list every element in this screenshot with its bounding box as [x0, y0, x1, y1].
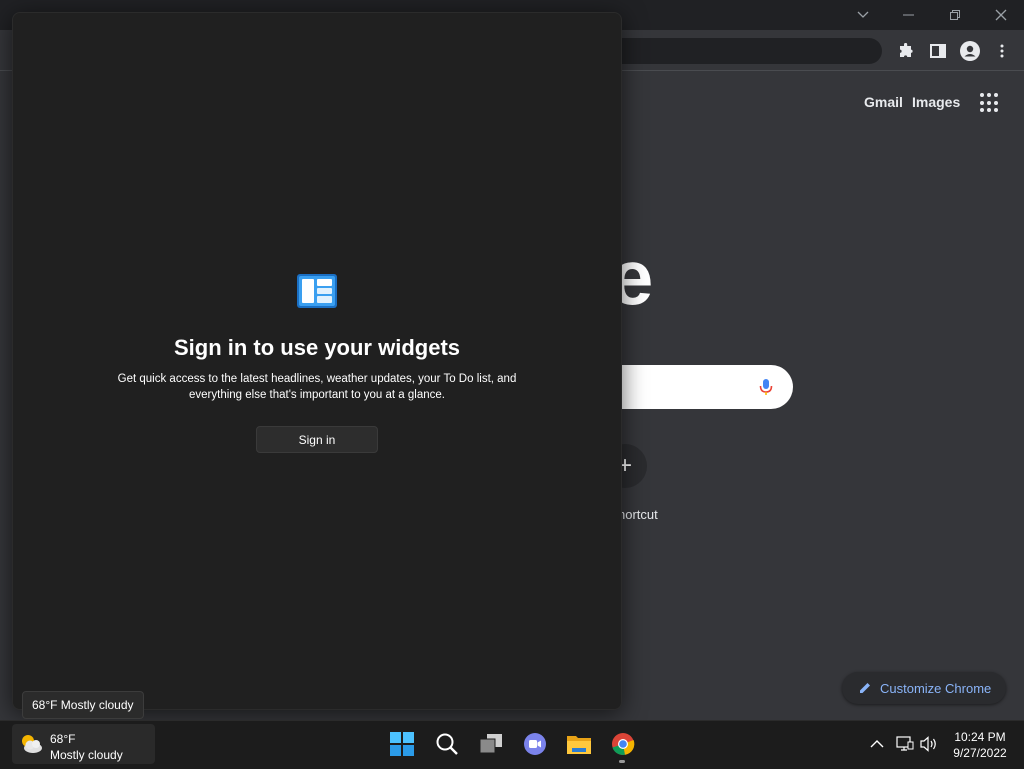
widgets-panel: Sign in to use your widgets Get quick ac… [12, 12, 622, 710]
close-button[interactable] [978, 0, 1024, 30]
add-shortcut-label: hortcut [618, 507, 658, 522]
teams-chat-icon[interactable] [520, 729, 550, 759]
customize-chrome-label: Customize Chrome [880, 680, 992, 696]
pencil-icon [860, 683, 870, 693]
widgets-description: Get quick access to the latest headlines… [117, 373, 517, 401]
partly-cloudy-icon [22, 735, 42, 753]
profile-icon[interactable] [957, 38, 983, 64]
minimize-button[interactable] [886, 0, 932, 30]
show-hidden-icons-icon[interactable] [866, 733, 888, 755]
weather-tooltip: 68°F Mostly cloudy [22, 691, 144, 719]
google-apps-icon[interactable] [980, 93, 1000, 113]
voice-search-icon[interactable] [756, 377, 776, 397]
clock-time: 10:24 PM [954, 730, 1006, 744]
chrome-running-indicator [619, 760, 625, 763]
task-view-icon[interactable] [476, 729, 506, 759]
sign-in-button[interactable]: Sign in [256, 426, 378, 453]
customize-chrome-button[interactable]: Customize Chrome [842, 672, 1006, 704]
images-link[interactable]: Images [912, 94, 960, 110]
weather-widget-button[interactable]: 68°F Mostly cloudy [12, 724, 155, 764]
file-explorer-icon[interactable] [564, 729, 594, 759]
weather-condition: Mostly cloudy [50, 748, 123, 762]
chrome-icon[interactable] [608, 729, 638, 759]
clock-date: 9/27/2022 [953, 746, 1007, 760]
widgets-title: Sign in to use your widgets [173, 335, 461, 360]
search-icon[interactable] [432, 729, 462, 759]
gmail-link[interactable]: Gmail [864, 94, 903, 110]
volume-icon[interactable] [918, 733, 940, 755]
side-panel-icon[interactable] [925, 38, 951, 64]
clock[interactable]: 10:24 PM 9/27/2022 [944, 729, 1016, 761]
start-icon[interactable] [387, 729, 417, 759]
weather-temp: 68°F [50, 732, 76, 746]
tab-search-icon[interactable] [840, 0, 886, 30]
restore-button[interactable] [932, 0, 978, 30]
chrome-menu-icon[interactable] [989, 38, 1015, 64]
taskbar: 68°F Mostly cloudy 10:24 PM 9/27/2022 [0, 720, 1024, 769]
widgets-icon [297, 274, 337, 308]
network-icon[interactable] [894, 733, 916, 755]
extensions-icon[interactable] [893, 38, 919, 64]
